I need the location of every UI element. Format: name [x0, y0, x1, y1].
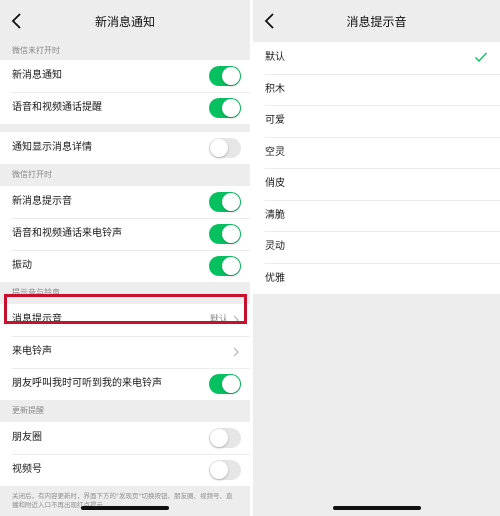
home-indicator: [81, 506, 169, 510]
sound-option[interactable]: 可爱: [253, 105, 500, 137]
alert-sound-panel: 消息提示音 默认 积木 可爱 空灵 俏皮 清脆 灵动 优雅: [253, 0, 500, 516]
row-label: 通知显示消息详情: [12, 142, 92, 153]
vibrate-toggle[interactable]: [209, 256, 241, 276]
row-label: 朋友呼叫我时可听到我的来电铃声: [12, 378, 162, 389]
notifications-header: 新消息通知: [0, 0, 250, 42]
section-label-when-closed: 微信未打开时: [12, 46, 60, 55]
sound-option-label: 空灵: [265, 146, 285, 158]
row-label: 振动: [12, 260, 32, 271]
sound-option[interactable]: 积木: [253, 73, 500, 105]
show-details-toggle[interactable]: [209, 138, 241, 158]
row-ringtone[interactable]: 来电铃声: [0, 336, 250, 368]
sound-option-label: 积木: [265, 83, 285, 95]
row-label: 视频号: [12, 464, 42, 475]
row-new-message: 新消息通知: [0, 60, 250, 92]
section-label-when-open: 微信打开时: [12, 170, 52, 179]
home-indicator: [332, 506, 421, 510]
row-label: 来电铃声: [12, 346, 52, 357]
group-details: 通知显示消息详情: [0, 132, 250, 164]
section-label-updates: 更新提醒: [12, 406, 44, 415]
sound-option-label: 俏皮: [265, 178, 285, 189]
row-label: 新消息提示音: [12, 196, 72, 207]
voice-video-reminder-toggle[interactable]: [209, 98, 241, 118]
call-ringtone-toggle[interactable]: [209, 224, 241, 244]
row-call-ringtone: 语音和视频通话来电铃声: [0, 218, 250, 250]
page-title: 消息提示音: [346, 15, 407, 29]
moments-toggle[interactable]: [209, 428, 241, 448]
message-sound-toggle[interactable]: [209, 192, 241, 212]
row-channels: 视频号: [0, 454, 250, 486]
sound-options-list: 默认 积木 可爱 空灵 俏皮 清脆 灵动 优雅: [253, 42, 500, 294]
sound-option[interactable]: 清脆: [253, 199, 500, 231]
sound-option-label: 默认: [265, 52, 285, 63]
friends-hear-ringtone-toggle[interactable]: [209, 374, 241, 394]
page-title: 新消息通知: [94, 15, 155, 29]
notifications-panel: 新消息通知 微信未打开时 新消息通知 语音和视频通话提醒 通知显示消息详情 微信…: [0, 0, 250, 516]
highlight-box: [4, 294, 247, 324]
sound-option-label: 优雅: [265, 272, 285, 284]
sound-option-label: 清脆: [265, 209, 285, 221]
sound-option[interactable]: 俏皮: [253, 168, 500, 200]
sound-option[interactable]: 灵动: [253, 231, 500, 263]
row-label: 语音和视频通话来电铃声: [12, 228, 122, 239]
sound-option-label: 灵动: [265, 241, 285, 252]
row-voice-video-reminder: 语音和视频通话提醒: [0, 92, 250, 124]
new-message-toggle[interactable]: [209, 66, 241, 86]
sound-option[interactable]: 优雅: [253, 262, 500, 294]
alert-sound-header: 消息提示音: [253, 0, 500, 42]
row-friends-hear-ringtone: 朋友呼叫我时可听到我的来电铃声: [0, 368, 250, 400]
sound-option[interactable]: 默认: [253, 42, 500, 74]
row-show-details: 通知显示消息详情: [0, 132, 250, 164]
row-label: 新消息通知: [12, 70, 62, 81]
chevron-right-icon: [233, 347, 239, 357]
sound-option-label: 可爱: [265, 115, 285, 126]
row-label: 语音和视频通话提醒: [12, 102, 102, 113]
group-when-closed: 新消息通知 语音和视频通话提醒: [0, 60, 250, 124]
group-when-open: 新消息提示音 语音和视频通话来电铃声 振动: [0, 186, 250, 282]
sound-option[interactable]: 空灵: [253, 136, 500, 168]
checkmark-icon: [475, 52, 488, 63]
row-moments: 朋友圈: [0, 422, 250, 454]
group-updates: 朋友圈 视频号: [0, 422, 250, 486]
row-vibrate: 振动: [0, 250, 250, 282]
row-label: 朋友圈: [12, 432, 42, 443]
channels-toggle[interactable]: [209, 460, 241, 480]
row-message-sound: 新消息提示音: [0, 186, 250, 218]
